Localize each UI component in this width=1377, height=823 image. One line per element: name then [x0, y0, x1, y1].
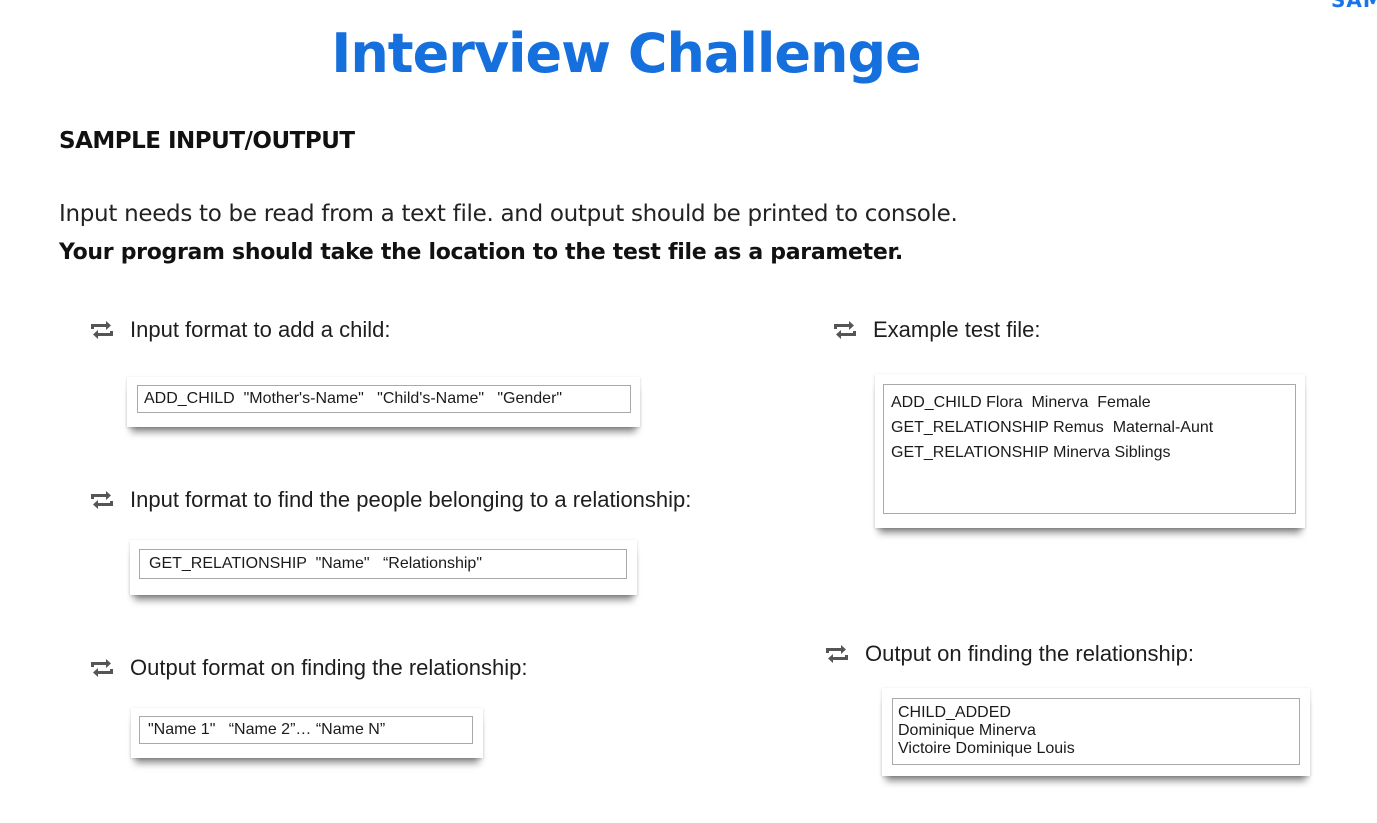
retweet-icon: [91, 321, 113, 339]
code-line: GET_RELATIONSHIP Minerva Siblings: [891, 444, 1171, 461]
code-input: "Name 1" “Name 2”… “Name N”: [139, 716, 473, 744]
code-line: GET_RELATIONSHIP "Name" “Relationship": [149, 555, 482, 572]
code-box-add-child: ADD_CHILD "Mother's-Name" "Child's-Name"…: [127, 377, 640, 427]
corner-mark: SAMPLE: [1331, 0, 1377, 12]
label-text: Input format to find the people belongin…: [130, 487, 692, 512]
label-text: Example test file:: [873, 317, 1041, 342]
intro-text: Input needs to be read from a text file.…: [59, 201, 958, 227]
code-box-output-format: "Name 1" “Name 2”… “Name N”: [131, 708, 483, 758]
label-example-test-file: Example test file:: [830, 317, 1041, 343]
section-heading: SAMPLE INPUT/OUTPUT: [59, 128, 355, 154]
code-input: ADD_CHILD Flora Minerva Female GET_RELAT…: [883, 384, 1296, 514]
code-line: GET_RELATIONSHIP Remus Maternal-Aunt: [891, 419, 1214, 436]
code-line: ADD_CHILD Flora Minerva Female: [891, 394, 1151, 411]
label-get-relationship-format: Input format to find the people belongin…: [87, 487, 691, 513]
label-output-relationship: Output on finding the relationship:: [822, 641, 1194, 667]
label-text: Output format on finding the relationshi…: [130, 655, 528, 680]
code-line: "Name 1" “Name 2”… “Name N”: [148, 721, 386, 738]
code-line: Victoire Dominique Louis: [898, 740, 1075, 757]
code-box-example-test-file: ADD_CHILD Flora Minerva Female GET_RELAT…: [875, 374, 1305, 528]
code-box-output-relationship: CHILD_ADDED Dominique Minerva Victoire D…: [882, 688, 1310, 776]
label-add-child-format: Input format to add a child:: [87, 317, 391, 343]
label-text: Output on finding the relationship:: [865, 641, 1195, 666]
retweet-icon: [826, 645, 848, 663]
page-title: Interview Challenge: [331, 22, 922, 85]
retweet-icon: [91, 491, 113, 509]
retweet-icon: [834, 321, 856, 339]
code-line: ADD_CHILD "Mother's-Name" "Child's-Name"…: [144, 390, 563, 407]
label-output-format: Output format on finding the relationshi…: [87, 655, 527, 681]
code-line: Dominique Minerva: [898, 722, 1036, 739]
code-line: CHILD_ADDED: [898, 704, 1011, 721]
label-text: Input format to add a child:: [130, 317, 391, 342]
intro-bold-text: Your program should take the location to…: [59, 240, 903, 265]
code-input: CHILD_ADDED Dominique Minerva Victoire D…: [892, 698, 1300, 765]
code-input: ADD_CHILD "Mother's-Name" "Child's-Name"…: [137, 385, 631, 413]
code-box-get-relationship: GET_RELATIONSHIP "Name" “Relationship": [130, 540, 637, 595]
retweet-icon: [91, 659, 113, 677]
code-input: GET_RELATIONSHIP "Name" “Relationship": [139, 549, 627, 579]
